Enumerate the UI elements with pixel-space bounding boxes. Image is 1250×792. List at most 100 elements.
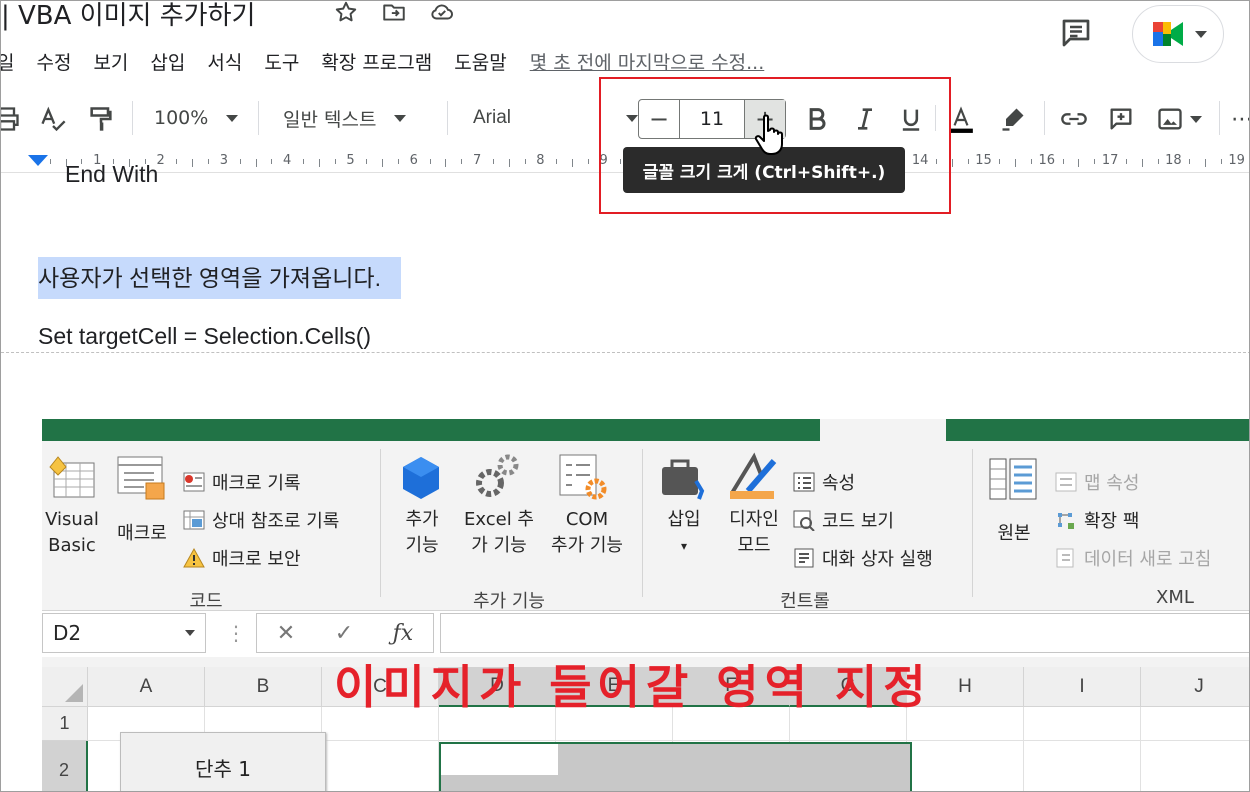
record-macro-button[interactable]: 매크로 기록 — [182, 469, 301, 495]
ruler-number: 19 — [1228, 153, 1245, 168]
style-select[interactable]: 일반 텍스트 — [283, 99, 407, 137]
doc-line-code[interactable]: Set targetCell = Selection.Cells() — [38, 323, 371, 350]
spellcheck-icon[interactable] — [35, 103, 71, 135]
excel-active-tab[interactable] — [820, 419, 946, 441]
doc-title[interactable]: | VBA 이미지 추가하기 — [1, 1, 255, 32]
last-edit-link[interactable]: 몇 초 전에 마지막으로 수정... — [530, 48, 765, 75]
menu-extensions[interactable]: 확장 프로그램 — [310, 48, 443, 75]
style-value: 일반 텍스트 — [283, 108, 377, 131]
name-box-value: D2 — [53, 621, 82, 645]
cell-j2[interactable] — [1141, 741, 1249, 791]
doc-line-end-with[interactable]: End With — [65, 161, 158, 188]
highlight-color-icon[interactable] — [997, 103, 1029, 135]
screenshot-frame: | VBA 이미지 추가하기 일 수정 보기 삽입 서식 도구 확장 프로그램 — [0, 0, 1250, 792]
ruler-tick — [1189, 159, 1191, 164]
com-add-ins-label: COM — [565, 509, 609, 530]
column-header-j[interactable]: J — [1141, 667, 1249, 707]
menu-format[interactable]: 서식 — [196, 48, 253, 75]
add-ins-icon — [403, 457, 439, 499]
macros-button[interactable]: 매크로 — [112, 521, 172, 547]
indent-marker-icon[interactable] — [28, 155, 48, 166]
toolbar-separator — [258, 101, 259, 135]
ruler-tick — [1078, 159, 1080, 167]
map-properties-button[interactable]: 맵 속성 — [1054, 469, 1139, 495]
menu-file[interactable]: 일 — [1, 48, 25, 75]
expansion-pack-button[interactable]: 확장 팩 — [1054, 507, 1139, 533]
add-ins-button[interactable]: 추가 기능 — [392, 507, 452, 559]
excel-add-ins-button[interactable]: Excel 추 가 기능 — [454, 507, 544, 559]
relative-reference-button[interactable]: 상대 참조로 기록 — [182, 507, 339, 533]
xml-source-icon — [989, 458, 1037, 500]
ruler-tick — [951, 159, 953, 167]
form-button-shape[interactable]: 단추 1 — [120, 732, 326, 791]
macro-security-label: 매크로 보안 — [212, 549, 301, 570]
ruler-tick — [239, 159, 241, 164]
xml-source-button[interactable]: 원본 — [984, 521, 1044, 547]
macro-icon — [117, 456, 165, 500]
cell-j1[interactable] — [1141, 707, 1249, 741]
toolbar-separator — [132, 101, 133, 135]
comment-history-icon[interactable] — [1058, 15, 1094, 51]
group-label-code: 코드 — [189, 591, 223, 612]
selected-range[interactable] — [439, 742, 912, 791]
cell-h2[interactable] — [907, 741, 1024, 791]
ruler-tick — [524, 159, 526, 164]
cell-i2[interactable] — [1024, 741, 1141, 791]
ruler-tick — [271, 159, 273, 164]
insert-link-icon[interactable] — [1057, 103, 1091, 135]
cancel-entry-icon[interactable]: ✕ — [277, 621, 295, 646]
visual-basic-button[interactable]: Visual Basic — [42, 507, 102, 559]
com-add-ins-button[interactable]: COM 추가 기능 — [542, 507, 632, 559]
style-caret-icon — [394, 114, 407, 122]
cloud-status-icon[interactable] — [429, 1, 455, 29]
ruler-tick — [1015, 159, 1017, 167]
ruler-tick — [397, 159, 399, 164]
column-header-i[interactable]: I — [1024, 667, 1141, 707]
ruler-tick — [176, 159, 178, 164]
add-comment-icon[interactable] — [1105, 103, 1137, 135]
toolbar-separator — [1044, 101, 1045, 135]
ruler-tick — [572, 159, 574, 167]
row-header-2[interactable]: 2 — [42, 741, 88, 791]
ribbon-group-separator — [380, 449, 381, 597]
move-folder-icon[interactable] — [381, 1, 407, 29]
cell-c2[interactable] — [322, 741, 439, 791]
row-header-1[interactable]: 1 — [42, 707, 88, 741]
design-mode-button[interactable]: 디자인 모드 — [718, 507, 790, 559]
insert-image-icon[interactable] — [1151, 103, 1207, 135]
more-options-icon[interactable]: ⋯ — [1231, 103, 1249, 135]
active-cell[interactable] — [441, 744, 558, 775]
name-box[interactable]: D2 — [42, 613, 206, 653]
menu-view[interactable]: 보기 — [82, 48, 139, 75]
excel-add-ins-label-2: 가 기능 — [471, 535, 527, 556]
ruler-tick — [1094, 159, 1096, 164]
paint-format-icon[interactable] — [85, 103, 117, 135]
properties-button[interactable]: 속성 — [792, 469, 855, 495]
menu-edit[interactable]: 수정 — [25, 48, 82, 75]
macro-security-button[interactable]: 매크로 보안 — [182, 545, 301, 571]
refresh-data-button[interactable]: 데이터 새로 고침 — [1054, 545, 1211, 571]
insert-function-icon[interactable]: ƒx — [393, 621, 414, 646]
menu-tools[interactable]: 도구 — [253, 48, 310, 75]
ruler-tick — [49, 159, 51, 164]
formula-input[interactable] — [440, 613, 1249, 653]
run-dialog-button[interactable]: 대화 상자 실행 — [792, 545, 933, 571]
zoom-select[interactable]: 100% — [154, 99, 239, 137]
cell-i1[interactable] — [1024, 707, 1141, 741]
meet-button[interactable] — [1132, 5, 1224, 63]
print-icon[interactable] — [1, 103, 21, 135]
menu-help[interactable]: 도움말 — [443, 48, 517, 75]
confirm-entry-icon[interactable]: ✓ — [335, 621, 353, 646]
select-all-corner[interactable] — [42, 667, 88, 707]
ruler-tick — [1030, 159, 1032, 164]
star-icon[interactable] — [333, 1, 359, 29]
column-header-b[interactable]: B — [205, 667, 322, 707]
doc-line-selected[interactable]: 사용자가 선택한 영역을 가져옵니다. — [38, 257, 401, 299]
ruler-number: 15 — [975, 153, 992, 168]
ruler-tick — [1062, 159, 1064, 164]
column-header-a[interactable]: A — [88, 667, 205, 707]
view-code-button[interactable]: 코드 보기 — [792, 507, 894, 533]
menu-insert[interactable]: 삽입 — [139, 48, 196, 75]
insert-controls-button[interactable]: 삽입 ▾ — [654, 507, 714, 559]
excel-add-ins-gear-icon — [476, 454, 519, 497]
